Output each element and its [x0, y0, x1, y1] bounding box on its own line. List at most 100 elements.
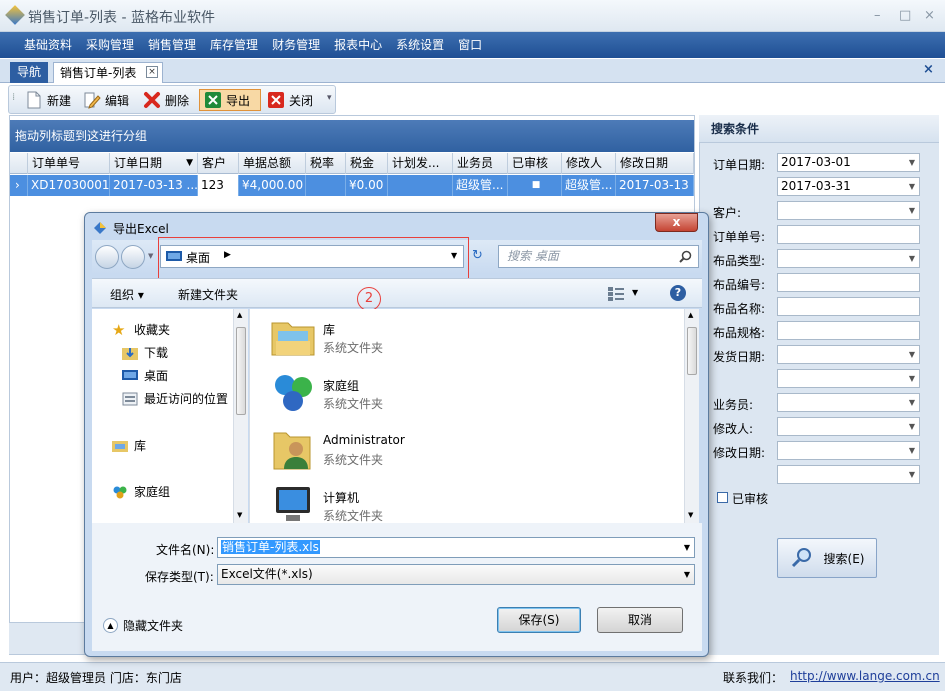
list-item[interactable]: Administrator 系统文件夹	[270, 427, 530, 477]
help-icon[interactable]: ?	[670, 285, 686, 301]
close-all-tabs-icon[interactable]: ×	[923, 62, 934, 77]
dialog-search-input[interactable]: 搜索 桌面	[498, 245, 699, 268]
cloth-spec-input[interactable]	[777, 321, 920, 340]
menu-item-window[interactable]: 窗口	[458, 32, 482, 58]
modify-date-to-field[interactable]: ▼	[777, 465, 920, 484]
label-modifier: 修改人:	[713, 422, 754, 436]
scroll-down-icon[interactable]: ▼	[237, 511, 242, 519]
forward-button[interactable]	[121, 245, 145, 269]
cell-total[interactable]: ¥4,000.00	[239, 175, 306, 196]
new-button[interactable]: 新建	[25, 89, 71, 111]
col-order-date-label: 订单日期	[114, 156, 163, 170]
col-salesman[interactable]: 业务员	[453, 153, 508, 174]
group-by-hint[interactable]: 拖动列标题到这进行分组	[10, 120, 694, 152]
tab-navigation[interactable]: 导航	[10, 62, 48, 83]
dropdown-arrow-icon[interactable]: ▼	[684, 538, 690, 557]
nav-downloads[interactable]: 下载	[122, 344, 168, 361]
menu-item-purchase[interactable]: 采购管理	[86, 32, 134, 58]
nav-scrollbar[interactable]: ▲ ▼	[233, 309, 248, 523]
col-modify-date[interactable]: 修改日期	[616, 153, 694, 174]
audited-checkbox[interactable]	[717, 492, 728, 503]
organize-button[interactable]: 组织 ▾	[110, 286, 144, 303]
cell-plan-ship[interactable]	[388, 175, 453, 196]
menu-item-reports[interactable]: 报表中心	[334, 32, 382, 58]
cancel-button[interactable]: 取消	[597, 607, 683, 633]
tab-close-icon[interactable]: ×	[146, 66, 158, 78]
cloth-type-select[interactable]: ▼	[777, 249, 920, 268]
cell-modifier[interactable]: 超级管...	[562, 175, 616, 196]
order-date-from-field[interactable]: 2017-03-01 ▼	[777, 153, 920, 172]
export-button[interactable]: 导出	[199, 89, 261, 111]
col-customer[interactable]: 客户	[198, 153, 239, 174]
scroll-up-icon[interactable]: ▲	[688, 311, 693, 319]
dialog-close-button[interactable]: x	[655, 213, 698, 232]
edit-button[interactable]: 编辑	[83, 89, 129, 111]
col-audited[interactable]: 已审核	[508, 153, 562, 174]
file-list-scroll-thumb[interactable]	[687, 327, 697, 375]
refresh-icon[interactable]: ↻	[472, 248, 483, 263]
ship-date-to-field[interactable]: ▼	[777, 369, 920, 388]
dropdown-arrow-icon[interactable]: ▼	[684, 565, 690, 584]
file-list-scrollbar[interactable]: ▲ ▼	[684, 309, 699, 523]
customer-select[interactable]: ▼	[777, 201, 920, 220]
menu-item-sales[interactable]: 销售管理	[148, 32, 196, 58]
nav-desktop[interactable]: 桌面	[122, 367, 168, 384]
back-button[interactable]	[95, 245, 119, 269]
view-options-icon[interactable]	[608, 287, 624, 301]
menu-item-finance[interactable]: 财务管理	[272, 32, 320, 58]
close-button[interactable]: 关闭	[267, 89, 313, 111]
col-tax-rate[interactable]: 税率	[306, 153, 346, 174]
col-tax[interactable]: 税金	[346, 153, 388, 174]
cell-tax-rate[interactable]	[306, 175, 346, 196]
cell-salesman[interactable]: 超级管...	[453, 175, 508, 196]
toolbar-overflow-icon[interactable]: ▾	[327, 93, 332, 103]
menu-item-inventory[interactable]: 库存管理	[210, 32, 258, 58]
cell-order-date[interactable]: 2017-03-13 ...	[110, 175, 198, 196]
nav-recent[interactable]: 最近访问的位置	[122, 390, 228, 407]
status-website-link[interactable]: http://www.lange.com.cn	[790, 669, 940, 683]
menu-item-basic-data[interactable]: 基础资料	[24, 32, 72, 58]
ship-date-from-field[interactable]: ▼	[777, 345, 920, 364]
cell-order-no[interactable]: XD17030001	[28, 175, 110, 196]
dropdown-arrow-icon: ▼	[908, 422, 915, 431]
maximize-button[interactable]: □	[899, 8, 911, 23]
cell-audited-checkbox[interactable]: ■	[508, 175, 562, 196]
close-window-button[interactable]: ×	[924, 8, 935, 23]
nav-favorites[interactable]: ★ 收藏夹	[112, 321, 170, 338]
menu-item-settings[interactable]: 系统设置	[396, 32, 444, 58]
cell-customer[interactable]: 123	[198, 175, 239, 196]
new-folder-button[interactable]: 新建文件夹	[178, 286, 238, 303]
table-row[interactable]: › XD17030001 2017-03-13 ... 123 ¥4,000.0…	[10, 175, 694, 196]
delete-button[interactable]: 删除	[143, 89, 189, 111]
col-order-date[interactable]: 订单日期 ▼	[110, 153, 198, 174]
hide-folders-toggle[interactable]: ▲ 隐藏文件夹	[103, 617, 183, 634]
nav-scroll-thumb[interactable]	[236, 327, 246, 415]
nav-homegroup[interactable]: 家庭组	[112, 483, 170, 500]
cloth-code-input[interactable]	[777, 273, 920, 292]
header-corner	[10, 153, 28, 174]
col-modifier[interactable]: 修改人	[562, 153, 616, 174]
nav-library[interactable]: 库	[112, 437, 146, 454]
modify-date-from-field[interactable]: ▼	[777, 441, 920, 460]
save-button[interactable]: 保存(S)	[497, 607, 581, 633]
modifier-select[interactable]: ▼	[777, 417, 920, 436]
col-order-no[interactable]: 订单单号	[28, 153, 110, 174]
cell-tax[interactable]: ¥0.00	[346, 175, 388, 196]
view-dropdown-icon[interactable]: ▼	[632, 288, 638, 297]
order-date-to-field[interactable]: 2017-03-31 ▼	[777, 177, 920, 196]
list-item[interactable]: 库 系统文件夹	[270, 315, 530, 365]
scroll-down-icon[interactable]: ▼	[688, 511, 693, 519]
col-plan-ship[interactable]: 计划发...	[388, 153, 453, 174]
filetype-select[interactable]: Excel文件(*.xls) ▼	[217, 564, 695, 585]
search-button[interactable]: 搜索(E)	[777, 538, 877, 578]
col-total[interactable]: 单据总额	[239, 153, 306, 174]
history-dropdown-icon[interactable]: ▼	[148, 252, 153, 260]
list-item[interactable]: 家庭组 系统文件夹	[270, 371, 530, 421]
cloth-name-input[interactable]	[777, 297, 920, 316]
scroll-up-icon[interactable]: ▲	[237, 311, 242, 319]
minimize-button[interactable]: –	[874, 8, 881, 23]
cell-modify-date[interactable]: 2017-03-13	[616, 175, 694, 196]
filename-input[interactable]: 销售订单-列表.xls ▼	[217, 537, 695, 558]
order-no-input[interactable]	[777, 225, 920, 244]
salesman-select[interactable]: ▼	[777, 393, 920, 412]
